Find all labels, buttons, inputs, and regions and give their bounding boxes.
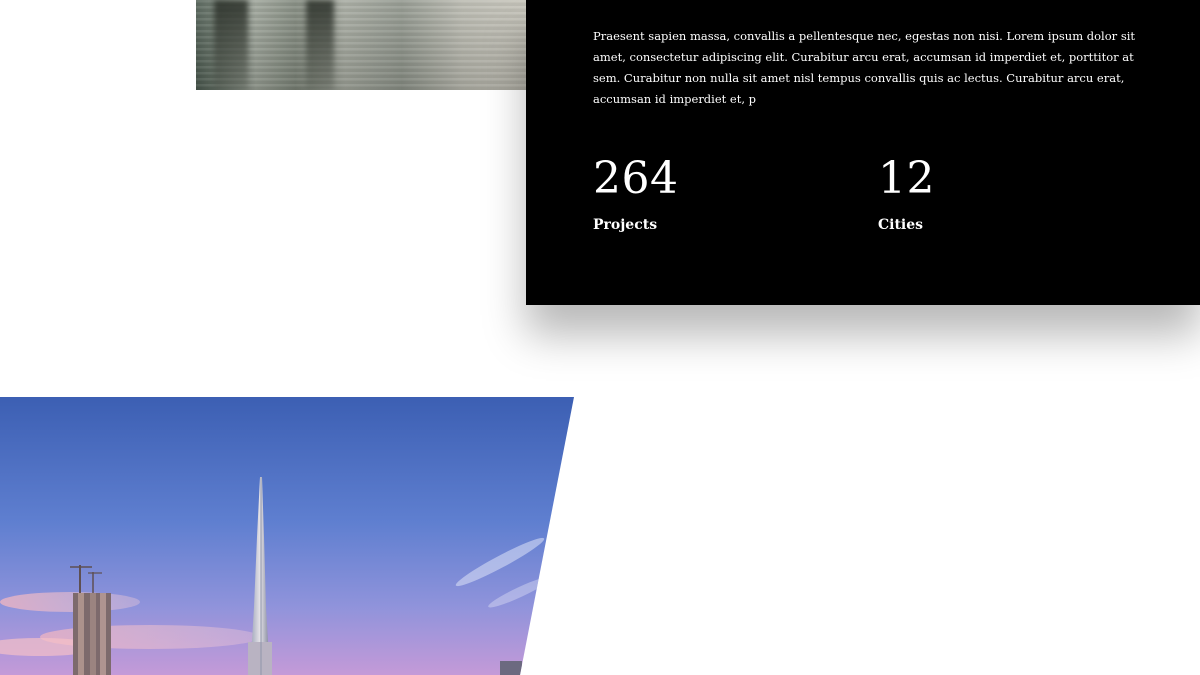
- page: Praesent sapien massa, convallis a pelle…: [0, 0, 1200, 675]
- water-reflection: [306, 0, 334, 90]
- stat-cities: 12 Cities: [878, 150, 935, 234]
- water-photo: [196, 0, 528, 90]
- water-reflection: [214, 0, 248, 90]
- stat-cities-value: 12: [878, 153, 935, 204]
- info-body-text: Praesent sapien massa, convallis a pelle…: [593, 29, 1136, 106]
- city-skyline-photo: [0, 397, 574, 675]
- stat-projects-value: 264: [593, 153, 679, 204]
- stat-cities-label: Cities: [878, 217, 924, 233]
- stat-projects: 264 Projects: [593, 150, 678, 234]
- info-card: Praesent sapien massa, convallis a pelle…: [526, 0, 1200, 305]
- stat-projects-label: Projects: [593, 217, 658, 233]
